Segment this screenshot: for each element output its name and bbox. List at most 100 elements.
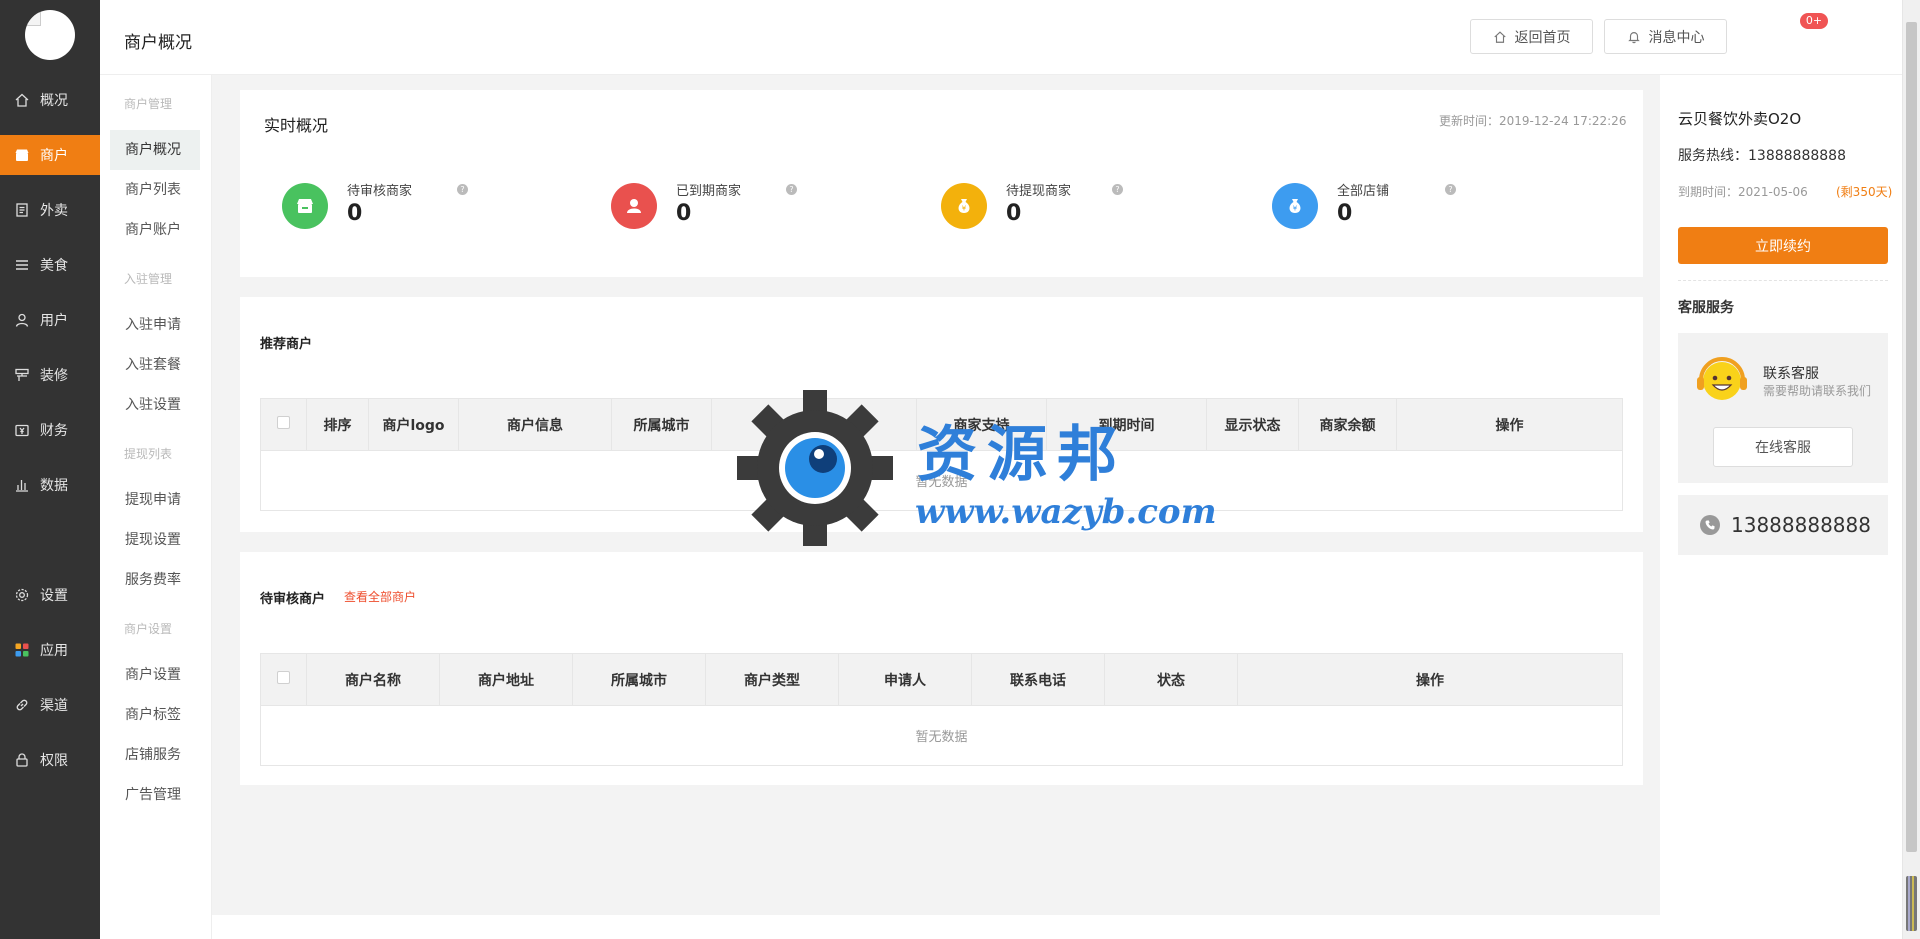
select-all-checkbox[interactable]: [260, 653, 307, 706]
table-header: 申请人: [838, 653, 972, 706]
help-icon[interactable]: ?: [1445, 184, 1456, 195]
subnav-item-merchant-overview[interactable]: 商户概况: [110, 130, 200, 170]
store-icon: [282, 183, 328, 229]
nav-item-decorate[interactable]: 装修: [0, 355, 100, 395]
customer-service-avatar-icon: [1697, 357, 1747, 400]
phone-icon: [1700, 515, 1720, 535]
svg-text:¥: ¥: [1293, 205, 1298, 213]
table-header: 所属城市: [572, 653, 706, 706]
link-icon: [14, 697, 30, 713]
view-all-merchants-link[interactable]: 查看全部商户: [344, 588, 416, 605]
update-time: 更新时间：2019-12-24 17:22:26: [1439, 114, 1627, 128]
subnav-item-withdraw-settings[interactable]: 提现设置: [110, 520, 200, 560]
subnav-item-merchant-tags[interactable]: 商户标签: [110, 695, 200, 735]
nav-item-label: 渠道: [40, 698, 68, 714]
recommend-table: 排序 商户logo 商户信息 所属城市 商户地址 商家支持 到期时间 显示状态 …: [260, 398, 1623, 511]
stat-label: 已到期商家: [676, 184, 742, 199]
table-header: 商户名称: [306, 653, 440, 706]
table-header: 状态: [1104, 653, 1238, 706]
stat-label: 全部店铺: [1337, 184, 1390, 199]
scrollbar-grip: [1906, 876, 1917, 931]
help-icon[interactable]: ?: [786, 184, 797, 195]
menu-icon: [14, 257, 30, 273]
online-service-button[interactable]: 在线客服: [1713, 427, 1853, 467]
home-button[interactable]: 返回首页: [1470, 19, 1593, 54]
money-bag-icon: ¥: [1272, 183, 1318, 229]
nav-item-channel[interactable]: 渠道: [0, 685, 100, 725]
logo[interactable]: [25, 10, 75, 60]
nav-item-merchant[interactable]: 商户: [0, 135, 100, 175]
subnav-item-merchant-account[interactable]: 商户账户: [110, 210, 200, 250]
table-header: 联系电话: [971, 653, 1105, 706]
divider: [1678, 280, 1888, 281]
nav-item-permission[interactable]: 权限: [0, 740, 100, 780]
table-header: 商户地址: [711, 398, 917, 451]
table-header: 操作: [1237, 653, 1623, 706]
subnav-item-ad-management[interactable]: 广告管理: [110, 775, 200, 815]
renew-button[interactable]: 立即续约: [1678, 227, 1888, 264]
subnav-item-join-package[interactable]: 入驻套餐: [110, 345, 200, 385]
expire-date: 到期时间：2021-05-06: [1678, 185, 1808, 199]
subnav-item-merchant-settings[interactable]: 商户设置: [110, 655, 200, 695]
table-header: 商家余额: [1298, 398, 1397, 451]
nav-item-apps[interactable]: 应用: [0, 630, 100, 670]
subnav-item-join-apply[interactable]: 入驻申请: [110, 305, 200, 345]
gear-icon: [14, 587, 30, 603]
nav-item-overview[interactable]: 概况: [0, 80, 100, 120]
nav-item-label: 数据: [40, 478, 68, 494]
nav-item-label: 概况: [40, 93, 68, 109]
subnav-item-shop-service[interactable]: 店铺服务: [110, 735, 200, 775]
home-icon: [1493, 30, 1506, 43]
message-center-button[interactable]: 消息中心: [1604, 19, 1727, 54]
subnav-item-merchant-list[interactable]: 商户列表: [110, 170, 200, 210]
help-icon[interactable]: ?: [457, 184, 468, 195]
nav-item-takeout[interactable]: 外卖: [0, 190, 100, 230]
table-header: 商户类型: [705, 653, 839, 706]
stat-value: 0: [676, 201, 692, 226]
realtime-title: 实时概况: [264, 116, 329, 135]
nav-item-settings[interactable]: 设置: [0, 575, 100, 615]
table-header: 商户信息: [458, 398, 612, 451]
table-header: 操作: [1396, 398, 1623, 451]
nav-item-label: 应用: [40, 643, 68, 659]
money-bag-icon: ¥: [941, 183, 987, 229]
subnav-item-service-rate[interactable]: 服务费率: [110, 560, 200, 600]
footer-area: [212, 915, 1660, 939]
nav-item-label: 权限: [40, 753, 68, 769]
subnav-item-join-settings[interactable]: 入驻设置: [110, 385, 200, 425]
contact-help-text: 需要帮助请联系我们: [1763, 384, 1872, 398]
table-header: 所属城市: [611, 398, 712, 451]
help-icon[interactable]: ?: [1112, 184, 1123, 195]
empty-row: 暂无数据: [260, 450, 1623, 511]
table-header: 商户地址: [439, 653, 573, 706]
app: 概况 商户 外卖 美食 用户 装修 财务 数据 设置 应用 渠道 权限 商户管理…: [0, 0, 1920, 939]
document-icon: [14, 202, 30, 218]
scrollbar-thumb[interactable]: [1906, 22, 1917, 852]
message-badge: 0+: [1800, 13, 1828, 29]
nav-item-data[interactable]: 数据: [0, 465, 100, 505]
nav-item-label: 设置: [40, 588, 68, 604]
nav-item-label: 商户: [40, 148, 68, 164]
table-header: 显示状态: [1206, 398, 1299, 451]
service-hotline: 服务热线：13888888888: [1678, 148, 1846, 164]
nav-item-label: 用户: [40, 313, 68, 329]
table-header: 商家支持: [916, 398, 1047, 451]
page-title: 商户概况: [124, 33, 192, 53]
subnav-item-withdraw-apply[interactable]: 提现申请: [110, 480, 200, 520]
select-all-checkbox[interactable]: [260, 398, 307, 451]
pending-table: 商户名称 商户地址 所属城市 商户类型 申请人 联系电话 状态 操作 暂无数据: [260, 653, 1623, 766]
paint-roller-icon: [14, 367, 30, 383]
subnav-group-title: 商户管理: [124, 97, 173, 111]
table-header: 到期时间: [1046, 398, 1207, 451]
nav-item-food[interactable]: 美食: [0, 245, 100, 285]
platform-name: 云贝餐饮外卖O2O: [1678, 110, 1802, 128]
nav-item-user[interactable]: 用户: [0, 300, 100, 340]
scrollbar[interactable]: [1902, 0, 1920, 939]
svg-text:¥: ¥: [962, 205, 967, 213]
stat-value: 0: [347, 201, 363, 226]
bell-icon: [1627, 31, 1640, 43]
message-button-label: 消息中心: [1648, 29, 1705, 46]
lock-icon: [14, 752, 30, 768]
nav-item-finance[interactable]: 财务: [0, 410, 100, 450]
empty-row: 暂无数据: [260, 705, 1623, 766]
